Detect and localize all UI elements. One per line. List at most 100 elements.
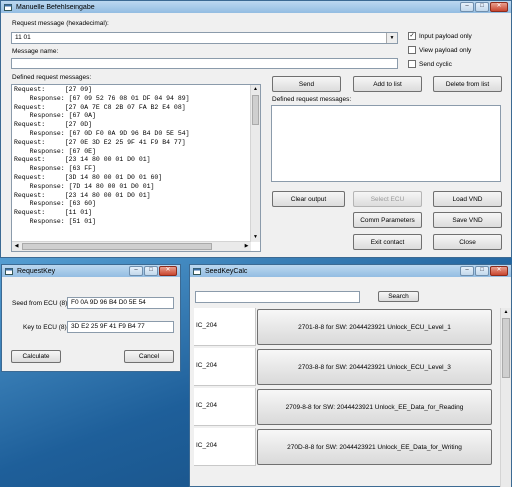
defined-list-label: Defined request messages: [272, 96, 352, 103]
output-line: Response: [67 0D F0 0A 9D 96 B4 D0 5E 54… [14, 129, 190, 137]
select-ecu-button[interactable]: Select ECU [353, 191, 422, 207]
seed-label: Seed from ECU (8) [12, 300, 68, 307]
cancel-button[interactable]: Cancel [124, 350, 174, 363]
checkbox-label: Input payload only [419, 32, 472, 40]
dropdown-arrow-icon[interactable]: ▼ [386, 33, 397, 43]
key-value: 3D E2 25 9F 41 F9 B4 77 [71, 323, 145, 330]
output-hscrollbar[interactable]: ◀ ▶ [12, 241, 251, 251]
scroll-up-icon[interactable]: ▲ [501, 308, 511, 317]
exit-contact-button[interactable]: Exit contact [353, 234, 422, 250]
maximize-icon[interactable]: □ [475, 2, 489, 12]
main-titlebar: Manuelle Befehlseingabe – □ ✕ [1, 1, 511, 13]
list-item: IC_204 2703-8-8 for SW: 2044423921 Unloc… [194, 348, 494, 386]
close-icon[interactable]: ✕ [159, 266, 177, 276]
output-line: Response: [67 0A] [14, 112, 96, 120]
output-line: Response: [63 FF] [14, 165, 96, 173]
scroll-left-icon[interactable]: ◀ [12, 242, 21, 251]
scroll-up-icon[interactable]: ▲ [251, 85, 260, 94]
close-icon[interactable]: ✕ [490, 266, 508, 276]
checkbox-label: View payload only [419, 46, 472, 54]
message-name-input[interactable] [11, 58, 398, 69]
maximize-icon[interactable]: □ [144, 266, 158, 276]
scroll-thumb[interactable] [252, 95, 259, 125]
minimize-icon[interactable]: – [129, 266, 143, 276]
save-vnd-button[interactable]: Save VND [433, 212, 502, 228]
defined-messages-label: Defined request messages: [12, 74, 92, 81]
list-item: IC_204 270D-8-8 for SW: 2044423921 Unloc… [194, 428, 494, 466]
checkbox-label: Send cyclic [419, 60, 452, 68]
output-vscrollbar[interactable]: ▲ ▼ [250, 85, 260, 242]
seedkeycalc-title: SeedKeyCalc [205, 267, 248, 275]
seedkey-action-button[interactable]: 2701-8-8 for SW: 2044423921 Unlock_ECU_L… [257, 309, 492, 345]
output-lines: Request: [27 09] Response: [67 09 52 76 … [14, 86, 190, 227]
list-item-id: IC_204 [194, 348, 256, 386]
output-line: Response: [67 0E] [14, 147, 96, 155]
clear-output-button[interactable]: Clear output [272, 191, 345, 207]
checkbox-box[interactable] [408, 46, 416, 54]
comm-parameters-button[interactable]: Comm Parameters [353, 212, 422, 228]
list-item: IC_204 2709-8-8 for SW: 2044423921 Unloc… [194, 388, 494, 426]
seed-input[interactable]: F0 0A 9D 96 B4 D0 5E 54 [67, 297, 174, 309]
minimize-icon[interactable]: – [460, 266, 474, 276]
checkbox-box[interactable]: ✓ [408, 32, 416, 40]
maximize-icon[interactable]: □ [475, 266, 489, 276]
seedkey-action-button[interactable]: 270D-8-8 for SW: 2044423921 Unlock_EE_Da… [257, 429, 492, 465]
output-line: Request: [3D 14 80 00 01 D0 01 60] [14, 173, 163, 181]
requestkey-title: RequestKey [17, 267, 56, 275]
checkbox-send-cyclic[interactable]: Send cyclic [408, 60, 452, 68]
window-icon [5, 267, 13, 275]
scroll-thumb[interactable] [22, 243, 212, 250]
seedkeycalc-window: SeedKeyCalc – □ ✕ Search IC_204 2701-8-8… [189, 264, 512, 487]
request-message-value: 11 01 [15, 34, 31, 41]
minimize-icon[interactable]: – [460, 2, 474, 12]
request-message-combo[interactable]: 11 01 ▼ [11, 32, 398, 44]
delete-from-list-button[interactable]: Delete from list [433, 76, 502, 92]
requestkey-titlebar: RequestKey – □ ✕ [2, 265, 180, 277]
key-label: Key to ECU (8) [23, 324, 67, 331]
window-icon [193, 267, 201, 275]
close-icon[interactable]: ✕ [490, 2, 508, 12]
key-input[interactable]: 3D E2 25 9F 41 F9 B4 77 [67, 321, 174, 333]
list-item-id: IC_204 [194, 428, 256, 466]
defined-messages-list[interactable] [271, 105, 501, 182]
search-button[interactable]: Search [378, 291, 419, 302]
message-name-label: Message name: [12, 48, 59, 55]
checkbox-input-payload-only[interactable]: ✓ Input payload only [408, 32, 472, 40]
load-vnd-button[interactable]: Load VND [433, 191, 502, 207]
seedkey-vscrollbar[interactable]: ▲ [500, 308, 511, 487]
close-button[interactable]: Close [433, 234, 502, 250]
output-line: Request: [27 0D] [14, 121, 93, 129]
output-line: Response: [67 09 52 76 08 01 DF 04 94 89… [14, 94, 190, 102]
output-line: Request: [11 01] [14, 209, 93, 217]
output-line: Request: [23 14 80 00 01 D0 01] [14, 191, 151, 199]
checkbox-view-payload-only[interactable]: View payload only [408, 46, 471, 54]
checkbox-box[interactable] [408, 60, 416, 68]
main-window-title: Manuelle Befehlseingabe [16, 3, 95, 11]
send-button[interactable]: Send [272, 76, 341, 92]
seed-value: F0 0A 9D 96 B4 D0 5E 54 [71, 299, 146, 306]
output-line: Response: [7D 14 80 00 01 D0 01] [14, 182, 155, 190]
output-line: Request: [27 09] [14, 86, 93, 93]
seedkey-action-button[interactable]: 2703-8-8 for SW: 2044423921 Unlock_ECU_L… [257, 349, 492, 385]
output-textarea[interactable]: Request: [27 09] Response: [67 09 52 76 … [11, 84, 261, 252]
request-message-label: Request message (hexadecimal): [12, 20, 109, 27]
list-item-id: IC_204 [194, 388, 256, 426]
output-line: Request: [27 0A 7E C8 2B 07 FA B2 E4 08] [14, 103, 186, 111]
output-line: Response: [63 60] [14, 200, 96, 208]
add-to-list-button[interactable]: Add to list [353, 76, 422, 92]
output-line: Response: [51 01] [14, 217, 96, 225]
scroll-thumb[interactable] [502, 318, 510, 378]
output-line: Request: [23 14 80 00 01 D0 01] [14, 156, 151, 164]
scroll-right-icon[interactable]: ▶ [242, 242, 251, 251]
search-input[interactable] [195, 291, 360, 303]
seedkey-list: IC_204 2701-8-8 for SW: 2044423921 Unloc… [190, 308, 512, 487]
requestkey-window: RequestKey – □ ✕ Seed from ECU (8) F0 0A… [1, 264, 181, 372]
seedkey-action-button[interactable]: 2709-8-8 for SW: 2044423921 Unlock_EE_Da… [257, 389, 492, 425]
output-line: Request: [27 0E 3D E2 25 9F 41 F9 B4 77] [14, 138, 186, 146]
list-item: IC_204 2701-8-8 for SW: 2044423921 Unloc… [194, 308, 494, 346]
scroll-down-icon[interactable]: ▼ [251, 233, 260, 242]
main-window: Manuelle Befehlseingabe – □ ✕ Request me… [0, 0, 512, 258]
calculate-button[interactable]: Calculate [11, 350, 61, 363]
window-icon [4, 3, 12, 11]
list-item-id: IC_204 [194, 308, 256, 346]
